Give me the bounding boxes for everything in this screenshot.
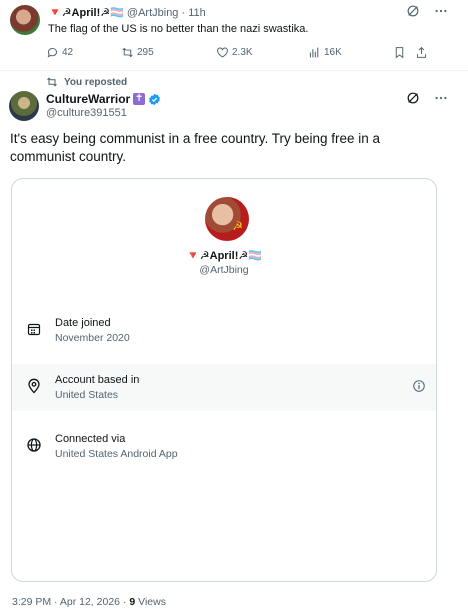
more-options-icon[interactable] xyxy=(434,4,448,18)
info-circle-icon[interactable] xyxy=(412,379,426,393)
info-value: United States xyxy=(55,389,119,401)
avatar: ☭ xyxy=(205,197,249,241)
display-name[interactable]: 🔻☭April!☭🏳️‍⚧️ xyxy=(48,7,124,19)
repost-count: 295 xyxy=(137,47,154,58)
timestamp[interactable]: 11h xyxy=(188,7,206,19)
info-value: United States Android App xyxy=(55,448,178,460)
reply-icon xyxy=(46,46,59,59)
reply-count: 42 xyxy=(62,47,74,58)
avatar[interactable] xyxy=(10,5,40,35)
grok-icon[interactable] xyxy=(406,91,420,105)
info-label: Date joined xyxy=(55,317,111,329)
calendar-icon xyxy=(26,321,42,337)
more-options-icon[interactable] xyxy=(434,91,448,105)
bookmark-button[interactable] xyxy=(393,46,415,59)
info-label: Connected via xyxy=(55,433,126,445)
location-pin-icon xyxy=(26,378,42,394)
parent-tweet-header: 🔻☭April!☭🏳️‍⚧️ @ArtJbing · 11h xyxy=(48,6,206,19)
main-tweet-author: CultureWarrior ✝ xyxy=(46,92,161,106)
handle[interactable]: @culture391551 xyxy=(46,107,127,119)
tweet-text: The flag of the US is no better than the… xyxy=(48,23,309,35)
info-row-date-joined: Date joined November 2020 xyxy=(12,307,436,354)
repost-indicator[interactable]: You reposted xyxy=(46,76,127,88)
repost-icon xyxy=(46,76,58,88)
repost-indicator-label: You reposted xyxy=(64,76,128,88)
cross-badge: ✝ xyxy=(133,93,146,105)
parent-tweet[interactable]: 🔻☭April!☭🏳️‍⚧️ @ArtJbing · 11h The flag … xyxy=(0,0,468,70)
tweet-metadata: 3:29 PM · Apr 12, 2026 · 9 Views xyxy=(12,596,166,608)
share-icon xyxy=(415,46,428,59)
globe-icon xyxy=(26,437,42,453)
dot-separator: · xyxy=(54,596,58,608)
views-icon xyxy=(308,46,321,59)
info-label: Account based in xyxy=(55,374,140,386)
views-count: 16K xyxy=(324,47,342,58)
dot-separator: · xyxy=(181,7,186,19)
divider xyxy=(0,70,468,71)
views-label: Views xyxy=(138,596,166,608)
hammer-sickle-icon: ☭ xyxy=(232,219,243,233)
post-time[interactable]: 3:29 PM xyxy=(12,596,51,608)
like-button[interactable]: 2.3K xyxy=(216,46,308,59)
heart-icon xyxy=(216,46,229,59)
views-button[interactable]: 16K xyxy=(308,46,393,59)
handle[interactable]: @ArtJbing xyxy=(127,7,179,19)
display-name[interactable]: CultureWarrior xyxy=(46,92,130,106)
views-count: 9 xyxy=(129,596,136,608)
info-row-account-based-in[interactable]: Account based in United States xyxy=(12,364,436,411)
info-row-connected-via: Connected via United States Android App xyxy=(12,423,436,470)
repost-button[interactable]: 295 xyxy=(121,46,216,59)
share-button[interactable] xyxy=(415,46,435,59)
verified-badge-icon[interactable] xyxy=(148,93,161,106)
dot-separator: · xyxy=(122,596,127,608)
card-display-name: 🔻☭April!☭🏳️‍⚧️ xyxy=(186,250,262,262)
reply-button[interactable]: 42 xyxy=(46,46,121,59)
parent-tweet-top-actions xyxy=(406,4,448,18)
card-handle: @ArtJbing xyxy=(199,264,249,276)
grok-icon[interactable] xyxy=(406,4,420,18)
repost-icon xyxy=(121,46,134,59)
parent-tweet-actions: 42 295 2.3K 16K xyxy=(46,46,435,59)
post-date[interactable]: Apr 12, 2026 xyxy=(60,596,120,608)
bookmark-icon xyxy=(393,46,406,59)
info-value: November 2020 xyxy=(55,332,130,344)
main-tweet-top-actions xyxy=(406,91,448,105)
tweet-text: It's easy being communist in a free coun… xyxy=(10,131,381,164)
avatar[interactable] xyxy=(9,91,39,121)
like-count: 2.3K xyxy=(232,47,253,58)
account-info-card[interactable]: ☭ 🔻☭April!☭🏳️‍⚧️ @ArtJbing Date joined N… xyxy=(11,178,437,582)
